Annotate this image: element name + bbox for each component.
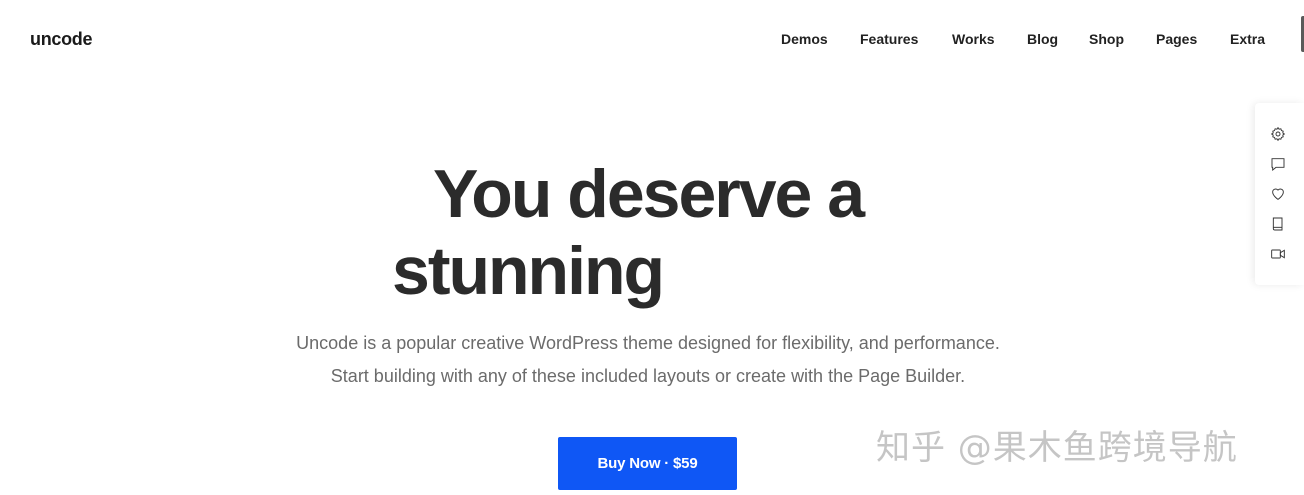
watermark: 知乎 @果木鱼跨境导航 xyxy=(876,428,1238,468)
nav-item-pages[interactable]: Pages xyxy=(1156,31,1197,47)
heart-icon[interactable] xyxy=(1269,185,1287,203)
hero-headline-line-2: stunning xyxy=(392,233,665,309)
hero-headline-line-1: You deserve a xyxy=(433,156,865,232)
logo[interactable]: uncode xyxy=(30,29,93,50)
gear-icon[interactable] xyxy=(1269,125,1287,143)
nav-item-features[interactable]: Features xyxy=(860,31,918,47)
video-icon[interactable] xyxy=(1269,245,1287,263)
buy-now-button[interactable]: Buy Now · $59 xyxy=(558,437,737,490)
nav-item-blog[interactable]: Blog xyxy=(1027,31,1058,47)
hero-subtitle-line-1: Uncode is a popular creative WordPress t… xyxy=(296,333,1000,353)
hero-subtitle-line-2: Start building with any of these include… xyxy=(330,366,966,386)
floating-side-panel xyxy=(1255,103,1304,285)
nav-item-demos[interactable]: Demos xyxy=(781,31,828,47)
nav-item-works[interactable]: Works xyxy=(952,31,995,47)
nav-item-extra[interactable]: Extra xyxy=(1230,31,1265,47)
book-icon[interactable] xyxy=(1269,215,1287,233)
comment-icon[interactable] xyxy=(1269,155,1287,173)
page: uncode Demos Features Works Blog Shop Pa… xyxy=(0,0,1304,495)
nav-item-shop[interactable]: Shop xyxy=(1089,31,1124,47)
